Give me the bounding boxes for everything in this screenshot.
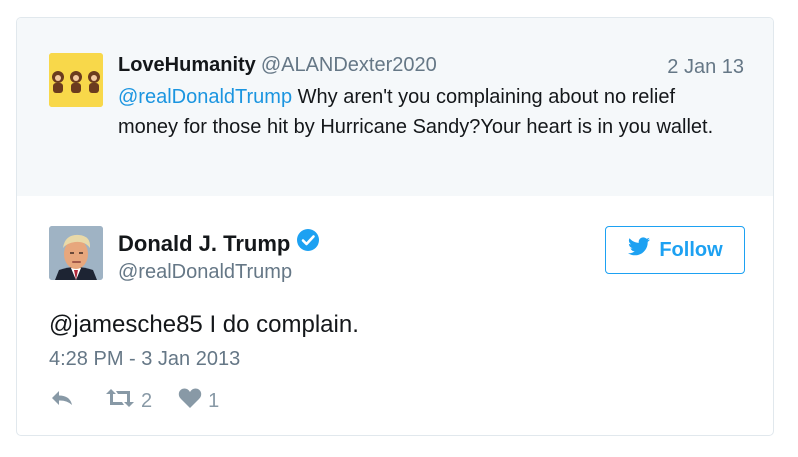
author-handle[interactable]: @realDonaldTrump xyxy=(118,259,292,285)
heart-icon xyxy=(178,387,202,415)
quoted-avatar[interactable] xyxy=(49,53,103,107)
quoted-tweet[interactable]: LoveHumanity @ALANDexter2020 2 Jan 13 @re… xyxy=(17,18,773,196)
verified-badge-icon xyxy=(296,228,320,259)
tweet-actions: 2 1 xyxy=(49,387,219,415)
tweet-card: LoveHumanity @ALANDexter2020 2 Jan 13 @re… xyxy=(16,17,774,436)
quoted-text: @realDonaldTrump Why aren't you complain… xyxy=(118,82,738,142)
quoted-date[interactable]: 2 Jan 13 xyxy=(667,54,744,80)
author-name-line: Donald J. Trump xyxy=(118,228,320,259)
reply-button[interactable] xyxy=(49,388,75,414)
author-name[interactable]: Donald J. Trump xyxy=(118,231,290,256)
quoted-author-name[interactable]: LoveHumanity xyxy=(118,54,256,76)
bird-icon xyxy=(627,237,651,263)
like-button[interactable]: 1 xyxy=(178,387,219,415)
quoted-author-handle[interactable]: @ALANDexter2020 xyxy=(261,54,437,76)
follow-button[interactable]: Follow xyxy=(605,226,745,274)
quoted-mention-link[interactable]: @realDonaldTrump xyxy=(118,86,292,108)
quoted-author: LoveHumanity @ALANDexter2020 xyxy=(118,52,437,78)
retweet-icon xyxy=(105,387,135,415)
author-avatar[interactable] xyxy=(49,226,103,280)
like-count: 1 xyxy=(208,389,220,412)
follow-label: Follow xyxy=(659,238,723,261)
tweet-text: @jamesche85 I do complain. xyxy=(49,311,359,338)
retweet-count: 2 xyxy=(141,389,153,412)
reply-icon xyxy=(49,388,75,414)
retweet-button[interactable]: 2 xyxy=(105,387,152,415)
tweet-timestamp[interactable]: 4:28 PM - 3 Jan 2013 xyxy=(49,346,240,372)
